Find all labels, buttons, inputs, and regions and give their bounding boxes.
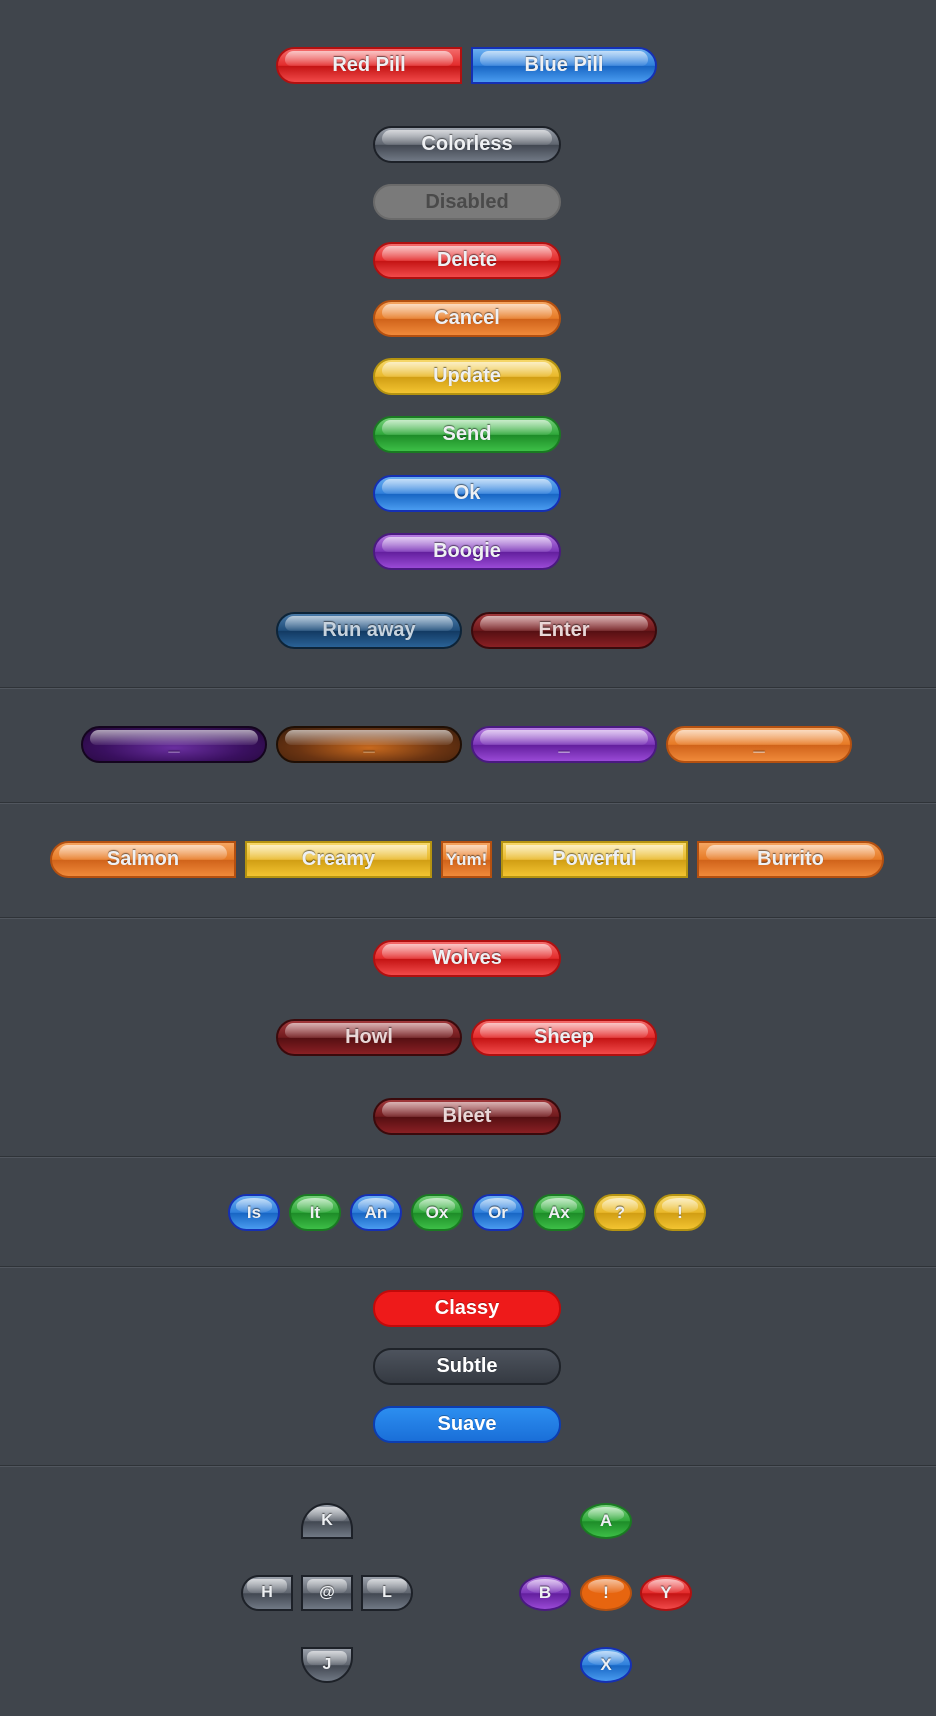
burrito-button[interactable]: Burrito xyxy=(697,841,884,878)
colorless-button[interactable]: Colorless xyxy=(373,126,561,163)
sheep-label: Sheep xyxy=(533,1026,595,1048)
subtle-label: Subtle xyxy=(436,1355,498,1377)
section-divider xyxy=(0,1465,936,1467)
wolves-button[interactable]: Wolves xyxy=(373,940,561,977)
run-away-label: Run away xyxy=(322,619,416,641)
colorless-label: Colorless xyxy=(421,133,513,155)
bubble-it-button[interactable]: It xyxy=(289,1194,341,1231)
face-a-label: A xyxy=(599,1511,613,1530)
blue-pill-label: Blue Pill xyxy=(524,54,604,76)
cancel-button[interactable]: Cancel xyxy=(373,300,561,337)
underscore-button-orange[interactable]: _ xyxy=(666,726,852,763)
update-button[interactable]: Update xyxy=(373,358,561,395)
bubble-question-button[interactable]: ? xyxy=(594,1194,646,1231)
dpad-right-button[interactable]: L xyxy=(361,1575,413,1611)
ok-label: Ok xyxy=(453,482,481,504)
suave-label: Suave xyxy=(437,1413,497,1435)
bubble-label: Is xyxy=(246,1202,262,1222)
section-divider xyxy=(0,1266,936,1268)
enter-button[interactable]: Enter xyxy=(471,612,657,649)
bubble-ox-button[interactable]: Ox xyxy=(411,1194,463,1231)
enter-label: Enter xyxy=(538,619,590,641)
bubble-label: ? xyxy=(614,1202,626,1222)
section-divider xyxy=(0,687,936,689)
bubble-label: ! xyxy=(677,1202,683,1222)
dpad-down-button[interactable]: J xyxy=(301,1647,353,1683)
face-x-label: X xyxy=(600,1655,612,1674)
face-y-label: Y xyxy=(660,1583,672,1602)
bubble-is-button[interactable]: Is xyxy=(228,1194,280,1231)
red-pill-button[interactable]: Red Pill xyxy=(276,47,462,84)
disabled-button: Disabled xyxy=(373,184,561,220)
dpad-up-label: K xyxy=(321,1512,333,1529)
update-label: Update xyxy=(433,365,501,387)
underscore-button-dark-orange[interactable]: _ xyxy=(276,726,462,763)
underscore-button-purple[interactable]: _ xyxy=(471,726,657,763)
face-x-button[interactable]: X xyxy=(580,1647,632,1683)
creamy-button[interactable]: Creamy xyxy=(245,841,432,878)
bubble-label: Ax xyxy=(548,1202,570,1222)
delete-label: Delete xyxy=(436,249,498,271)
subtle-button[interactable]: Subtle xyxy=(373,1348,561,1385)
underscore-label: _ xyxy=(558,733,570,755)
disabled-label: Disabled xyxy=(425,190,509,213)
bubble-or-button[interactable]: Or xyxy=(472,1194,524,1231)
underscore-label: _ xyxy=(168,733,180,755)
bubble-label: Or xyxy=(488,1202,508,1222)
face-y-button[interactable]: Y xyxy=(640,1575,692,1611)
classy-label: Classy xyxy=(434,1297,500,1319)
creamy-label: Creamy xyxy=(301,848,376,870)
bleet-label: Bleet xyxy=(442,1105,492,1127)
wolves-label: Wolves xyxy=(432,947,502,969)
red-pill-label: Red Pill xyxy=(332,54,406,76)
bubble-label: Ox xyxy=(425,1202,449,1222)
underscore-label: _ xyxy=(363,733,375,755)
run-away-button[interactable]: Run away xyxy=(276,612,462,649)
burrito-label: Burrito xyxy=(757,848,824,870)
dpad-left-label: H xyxy=(261,1584,273,1601)
boogie-button[interactable]: Boogie xyxy=(373,533,561,570)
sheep-button[interactable]: Sheep xyxy=(471,1019,657,1056)
dpad-up-button[interactable]: K xyxy=(301,1503,353,1539)
section-divider xyxy=(0,1156,936,1158)
dpad-right-label: L xyxy=(382,1584,392,1601)
yum-button[interactable]: Yum! xyxy=(441,841,492,878)
powerful-button[interactable]: Powerful xyxy=(501,841,688,878)
howl-button[interactable]: Howl xyxy=(276,1019,462,1056)
bubble-label: It xyxy=(309,1202,321,1222)
ok-button[interactable]: Ok xyxy=(373,475,561,512)
dpad-center-button[interactable]: @ xyxy=(301,1575,353,1611)
yum-label: Yum! xyxy=(445,849,488,869)
blue-pill-button[interactable]: Blue Pill xyxy=(471,47,657,84)
salmon-button[interactable]: Salmon xyxy=(50,841,236,878)
face-exclamation-button[interactable]: ! xyxy=(580,1575,632,1611)
delete-button[interactable]: Delete xyxy=(373,242,561,279)
face-b-button[interactable]: B xyxy=(519,1575,571,1611)
dpad-center-label: @ xyxy=(319,1584,335,1601)
underscore-button-dark-purple[interactable]: _ xyxy=(81,726,267,763)
classy-button[interactable]: Classy xyxy=(373,1290,561,1327)
suave-button[interactable]: Suave xyxy=(373,1406,561,1443)
underscore-label: _ xyxy=(753,733,765,755)
face-exclamation-label: ! xyxy=(603,1583,609,1602)
bubble-label: An xyxy=(364,1202,388,1222)
send-button[interactable]: Send xyxy=(373,416,561,453)
salmon-label: Salmon xyxy=(106,848,180,870)
face-b-label: B xyxy=(538,1583,552,1602)
dpad-down-label: J xyxy=(322,1656,332,1673)
face-a-button[interactable]: A xyxy=(580,1503,632,1539)
dpad-left-button[interactable]: H xyxy=(241,1575,293,1611)
send-label: Send xyxy=(442,423,492,445)
section-divider xyxy=(0,802,936,804)
bleet-button[interactable]: Bleet xyxy=(373,1098,561,1135)
howl-label: Howl xyxy=(345,1026,393,1048)
bubble-ax-button[interactable]: Ax xyxy=(533,1194,585,1231)
bubble-exclamation-button[interactable]: ! xyxy=(654,1194,706,1231)
boogie-label: Boogie xyxy=(433,540,501,562)
bubble-an-button[interactable]: An xyxy=(350,1194,402,1231)
powerful-label: Powerful xyxy=(552,848,637,870)
section-divider xyxy=(0,917,936,919)
cancel-label: Cancel xyxy=(434,307,500,329)
